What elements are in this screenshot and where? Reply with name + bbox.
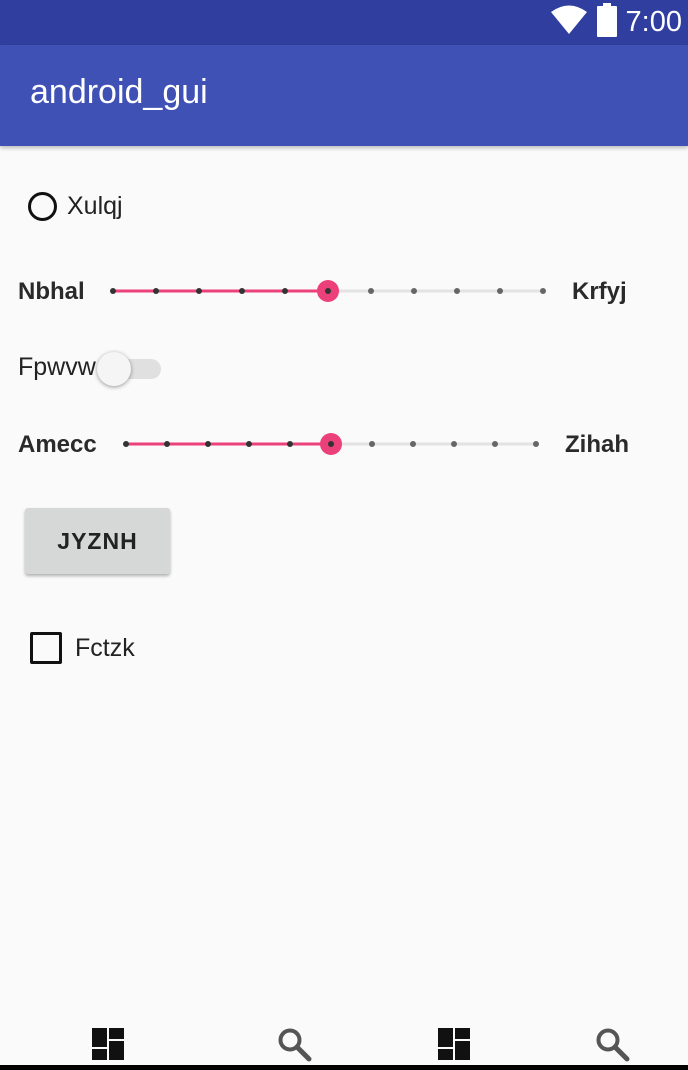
switch-label: Fpwvw: [18, 353, 96, 381]
seekbar-tick[interactable]: [246, 441, 252, 447]
seekbar2-left-label: Amecc: [18, 431, 97, 458]
battery-icon: [596, 2, 618, 42]
seekbar-tick[interactable]: [540, 288, 546, 294]
switch-thumb[interactable]: [97, 352, 131, 386]
seekbar-tick[interactable]: [205, 441, 211, 447]
seekbar-tick[interactable]: [492, 441, 498, 447]
seekbar-tick[interactable]: [110, 288, 116, 294]
status-bar: 7:00: [0, 0, 688, 45]
seekbar-tick[interactable]: [282, 288, 288, 294]
seekbar-thumb-center[interactable]: [328, 441, 334, 447]
seek2-svg[interactable]: [123, 424, 539, 464]
app-bar: android_gui: [0, 45, 688, 146]
jyznh-button[interactable]: JYZNH: [25, 508, 170, 574]
seekbar-tick[interactable]: [368, 288, 374, 294]
seekbar2-right-label: Zihah: [565, 431, 629, 458]
bottom-nav: [0, 1020, 688, 1070]
seekbar-tick[interactable]: [410, 441, 416, 447]
seekbar-1[interactable]: [110, 271, 546, 311]
radio-label: Xulqj: [67, 192, 123, 220]
seekbar-tick[interactable]: [153, 288, 159, 294]
seekbar1-left-label: Nbhal: [18, 278, 85, 305]
status-time: 7:00: [625, 5, 682, 38]
radio-circle-icon[interactable]: [28, 192, 57, 221]
seekbar-tick[interactable]: [369, 441, 375, 447]
app-title: android_gui: [30, 73, 208, 111]
radio-xulqj[interactable]: Xulqj: [28, 192, 123, 221]
nav-divider: [0, 1065, 688, 1070]
seekbar-tick[interactable]: [196, 288, 202, 294]
seek1-svg[interactable]: [110, 271, 546, 311]
seekbar-tick[interactable]: [451, 441, 457, 447]
status-icons: 7:00: [550, 2, 682, 42]
dashboard-icon[interactable]: [436, 1026, 476, 1066]
seekbar-tick[interactable]: [454, 288, 460, 294]
checkbox-label: Fctzk: [75, 633, 135, 662]
seekbar-tick[interactable]: [533, 441, 539, 447]
checkbox-fctzk[interactable]: Fctzk: [30, 632, 135, 664]
seekbar-thumb-center[interactable]: [325, 288, 331, 294]
switch-fpwvw[interactable]: [95, 350, 165, 388]
checkbox-square-icon[interactable]: [30, 632, 62, 664]
seekbar-tick[interactable]: [497, 288, 503, 294]
seekbar1-right-label: Krfyj: [572, 278, 627, 305]
dashboard-icon[interactable]: [90, 1026, 130, 1066]
wifi-icon: [550, 5, 588, 40]
seekbar-tick[interactable]: [164, 441, 170, 447]
seekbar-tick[interactable]: [287, 441, 293, 447]
search-icon[interactable]: [276, 1026, 316, 1066]
seekbar-tick[interactable]: [411, 288, 417, 294]
seekbar-tick[interactable]: [123, 441, 129, 447]
seekbar-2[interactable]: [123, 424, 539, 464]
search-icon[interactable]: [594, 1026, 634, 1066]
seekbar-tick[interactable]: [239, 288, 245, 294]
